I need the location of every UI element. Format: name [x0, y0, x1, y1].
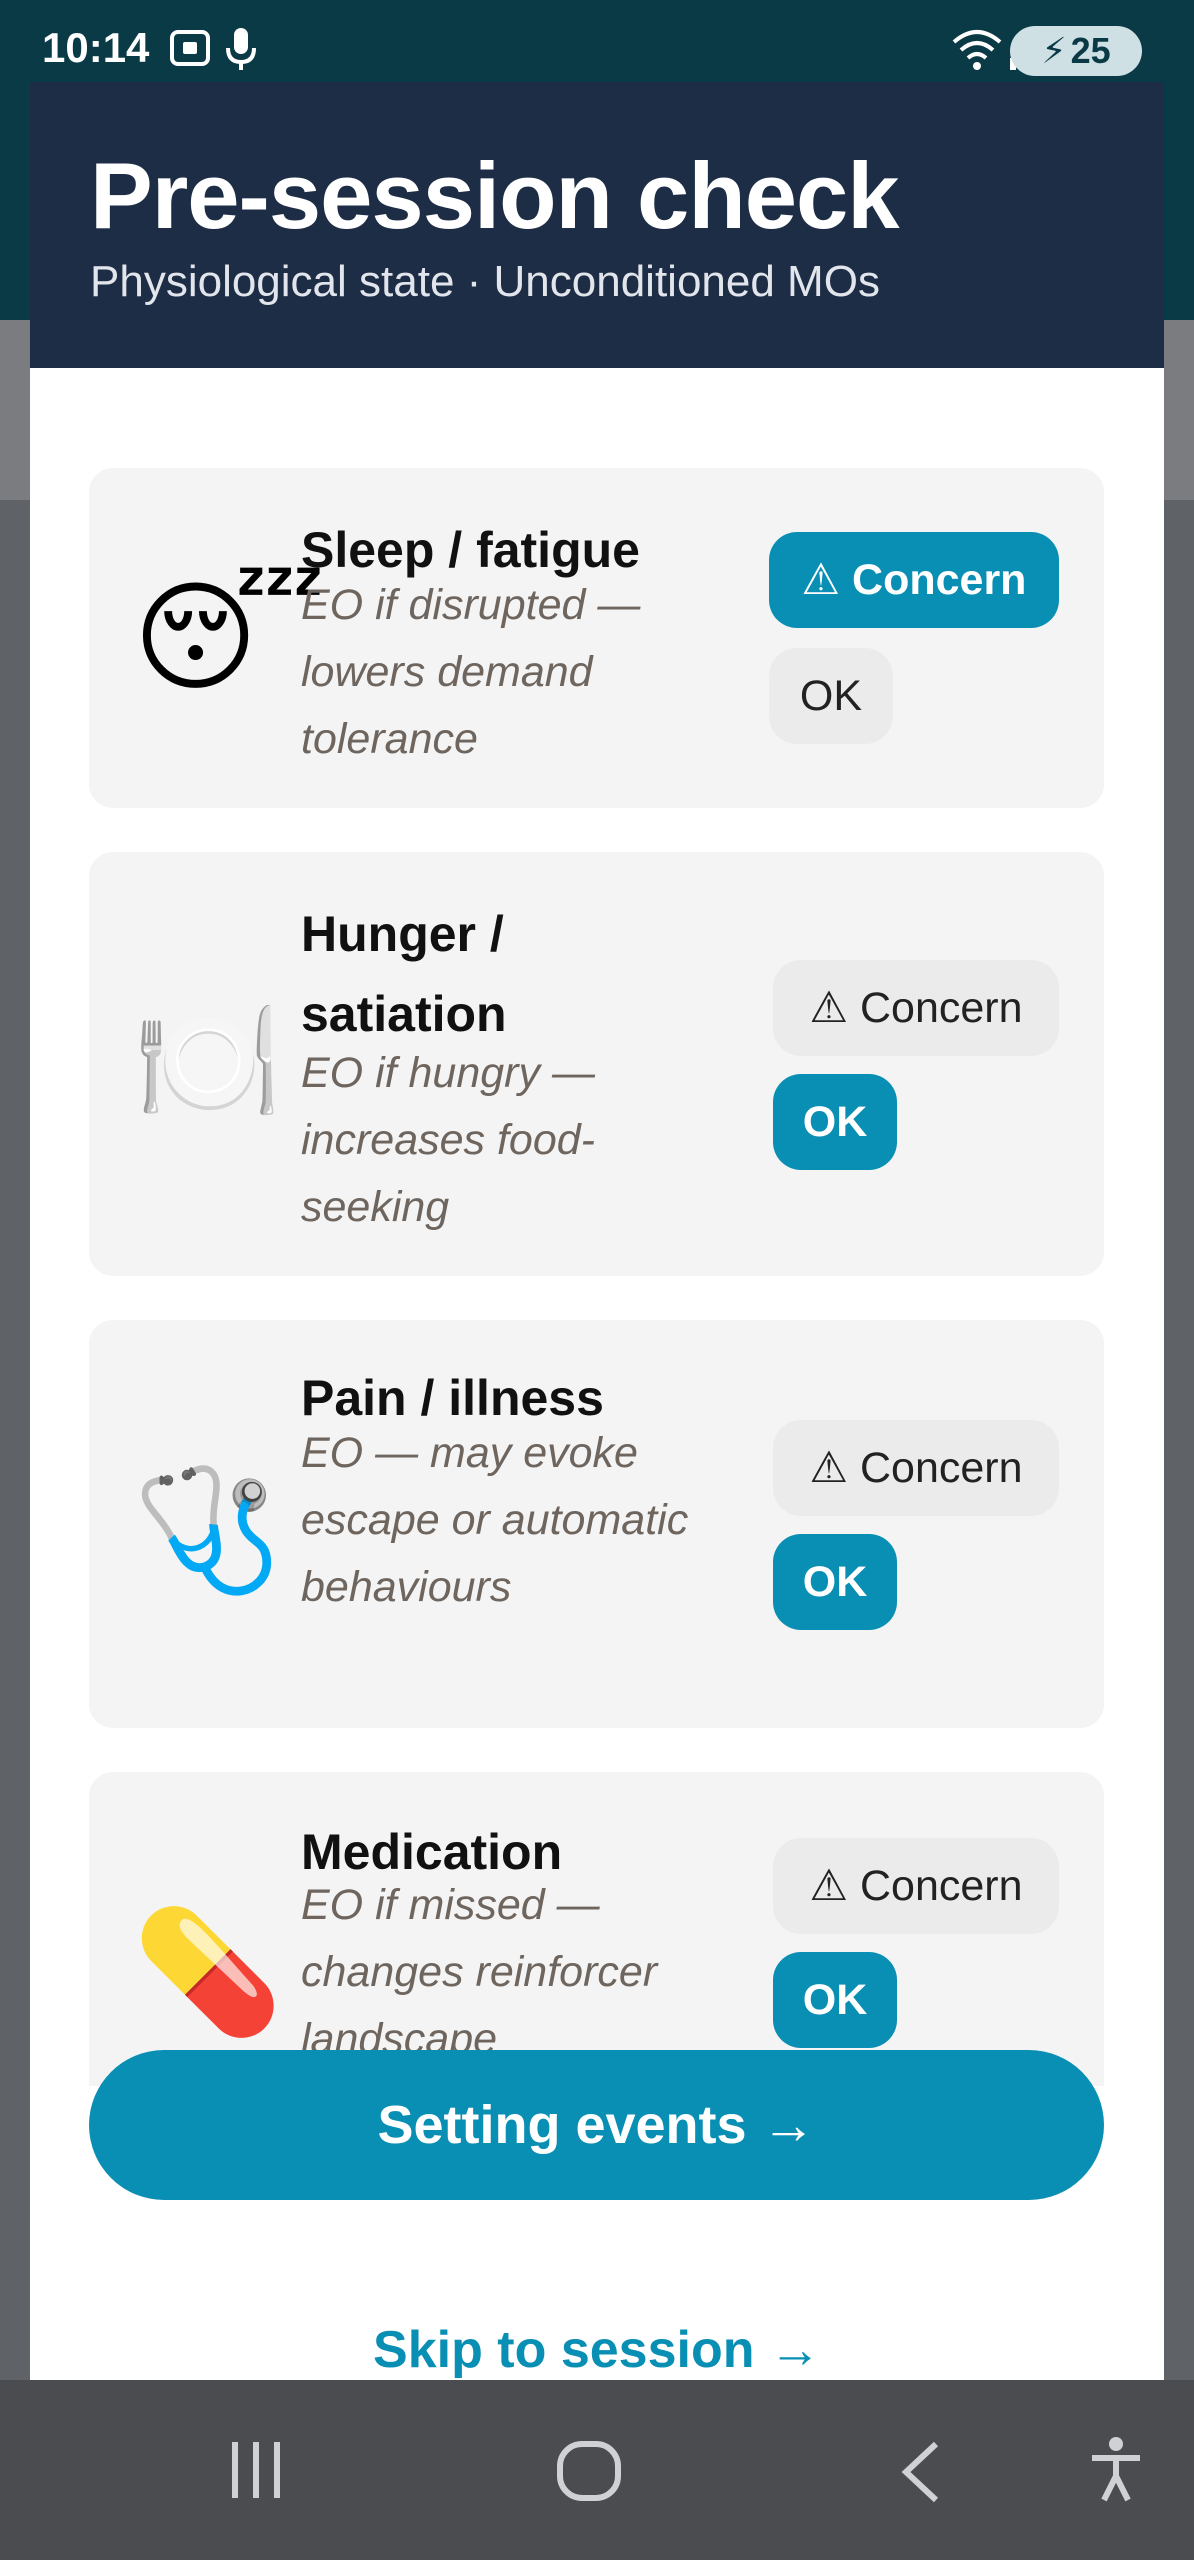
- recents-icon[interactable]: [228, 2440, 284, 2505]
- screenshot-icon: [168, 26, 212, 75]
- checklist[interactable]: 😴 Sleep / fatigue EO if disrupted — lowe…: [30, 368, 1164, 2086]
- status-time: 10:14: [42, 24, 150, 71]
- ok-button[interactable]: OK: [769, 648, 893, 744]
- concern-button[interactable]: ⚠ Concern: [773, 1838, 1059, 1934]
- plate-icon: 🍽️: [133, 995, 283, 1129]
- item-description: EO if hungry — increases food-seeking: [301, 1049, 595, 1231]
- wifi-icon: [950, 26, 1004, 77]
- item-description: EO — may evoke escape or automatic behav…: [301, 1429, 689, 1611]
- sheet-header: Pre-session check Physiological state · …: [30, 82, 1164, 368]
- item-description: EO if disrupted — lowers demand toleranc…: [301, 581, 641, 763]
- sheet-subtitle: Physiological state · Unconditioned MOs: [90, 257, 880, 306]
- check-item-sleep: 😴 Sleep / fatigue EO if disrupted — lowe…: [89, 468, 1104, 808]
- ok-button[interactable]: OK: [773, 1534, 897, 1630]
- mic-icon: [224, 26, 258, 77]
- concern-button[interactable]: ⚠ Concern: [773, 960, 1059, 1056]
- accessibility-icon[interactable]: [1088, 2436, 1144, 2509]
- sheet-title: Pre-session check: [90, 143, 900, 248]
- home-icon[interactable]: [556, 2440, 622, 2507]
- check-item-medication: 💊 Medication EO if missed — changes rein…: [89, 1772, 1104, 2086]
- system-nav-bar: [0, 2380, 1194, 2560]
- item-title: Hunger / satiation: [301, 906, 507, 1042]
- stethoscope-icon: 🩺: [133, 1463, 283, 1597]
- ok-button[interactable]: OK: [773, 1074, 897, 1170]
- skip-to-session-link[interactable]: Skip to session →: [30, 2320, 1164, 2380]
- item-description: EO if missed — changes reinforcer landsc…: [301, 1881, 658, 2063]
- sleep-icon: 😴: [133, 571, 326, 705]
- ok-button[interactable]: OK: [773, 1952, 897, 2048]
- check-item-hunger: 🍽️ Hunger / satiation EO if hungry — inc…: [89, 852, 1104, 1276]
- concern-button[interactable]: ⚠ Concern: [773, 1420, 1059, 1516]
- pill-icon: 💊: [133, 1905, 283, 2039]
- back-icon[interactable]: [898, 2440, 942, 2509]
- battery-icon: ⚡ 25: [1010, 26, 1142, 76]
- concern-button[interactable]: ⚠ Concern: [769, 532, 1059, 628]
- pre-session-sheet: Pre-session check Physiological state · …: [30, 82, 1164, 2438]
- check-item-pain: 🩺 Pain / illness EO — may evoke escape o…: [89, 1320, 1104, 1728]
- battery-level: 25: [1070, 30, 1111, 71]
- setting-events-button[interactable]: Setting events →: [89, 2050, 1104, 2200]
